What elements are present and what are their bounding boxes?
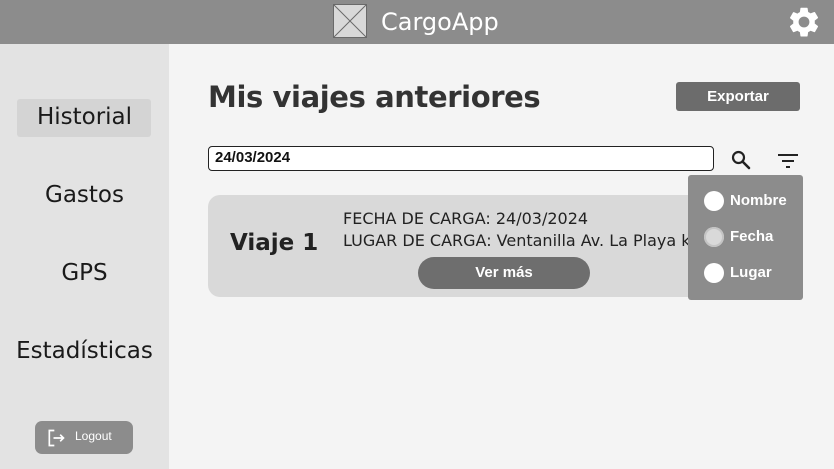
ver-mas-button[interactable]: Ver más [418, 257, 590, 289]
search-input[interactable]: 24/03/2024 [208, 146, 714, 171]
image-placeholder-icon [333, 4, 367, 38]
trip-lugar: LUGAR DE CARGA: Ventanilla Av. La Playa … [343, 231, 708, 250]
logout-button[interactable]: Logout [35, 421, 133, 454]
top-bar: CargoApp [0, 0, 834, 44]
logout-label: Logout [75, 429, 112, 443]
filter-menu: Nombre Fecha Lugar [688, 175, 803, 300]
logout-icon [48, 429, 65, 447]
filter-option-label: Fecha [730, 228, 774, 245]
filter-icon[interactable] [776, 149, 800, 173]
gear-icon[interactable] [786, 4, 822, 40]
app-title: CargoApp [381, 8, 499, 36]
radio-button-selected[interactable] [704, 227, 724, 247]
trip-fecha: FECHA DE CARGA: 24/03/2024 [343, 209, 589, 228]
trip-card: Viaje 1 FECHA DE CARGA: 24/03/2024 LUGAR… [208, 195, 708, 297]
search-icon[interactable] [729, 148, 753, 172]
sidebar-item-gastos[interactable]: Gastos [0, 182, 169, 208]
page-title: Mis viajes anteriores [208, 80, 541, 114]
radio-button[interactable] [704, 191, 724, 211]
radio-button[interactable] [704, 263, 724, 283]
filter-option-label: Nombre [730, 192, 787, 209]
sidebar: Historial Gastos GPS Estadísticas Logout [0, 44, 169, 469]
sidebar-item-estadisticas[interactable]: Estadísticas [0, 338, 169, 364]
export-button[interactable]: Exportar [676, 82, 800, 111]
filter-option-label: Lugar [730, 264, 772, 281]
sidebar-item-gps[interactable]: GPS [0, 260, 169, 286]
sidebar-item-historial[interactable]: Historial [0, 104, 169, 130]
trip-name: Viaje 1 [230, 230, 319, 256]
